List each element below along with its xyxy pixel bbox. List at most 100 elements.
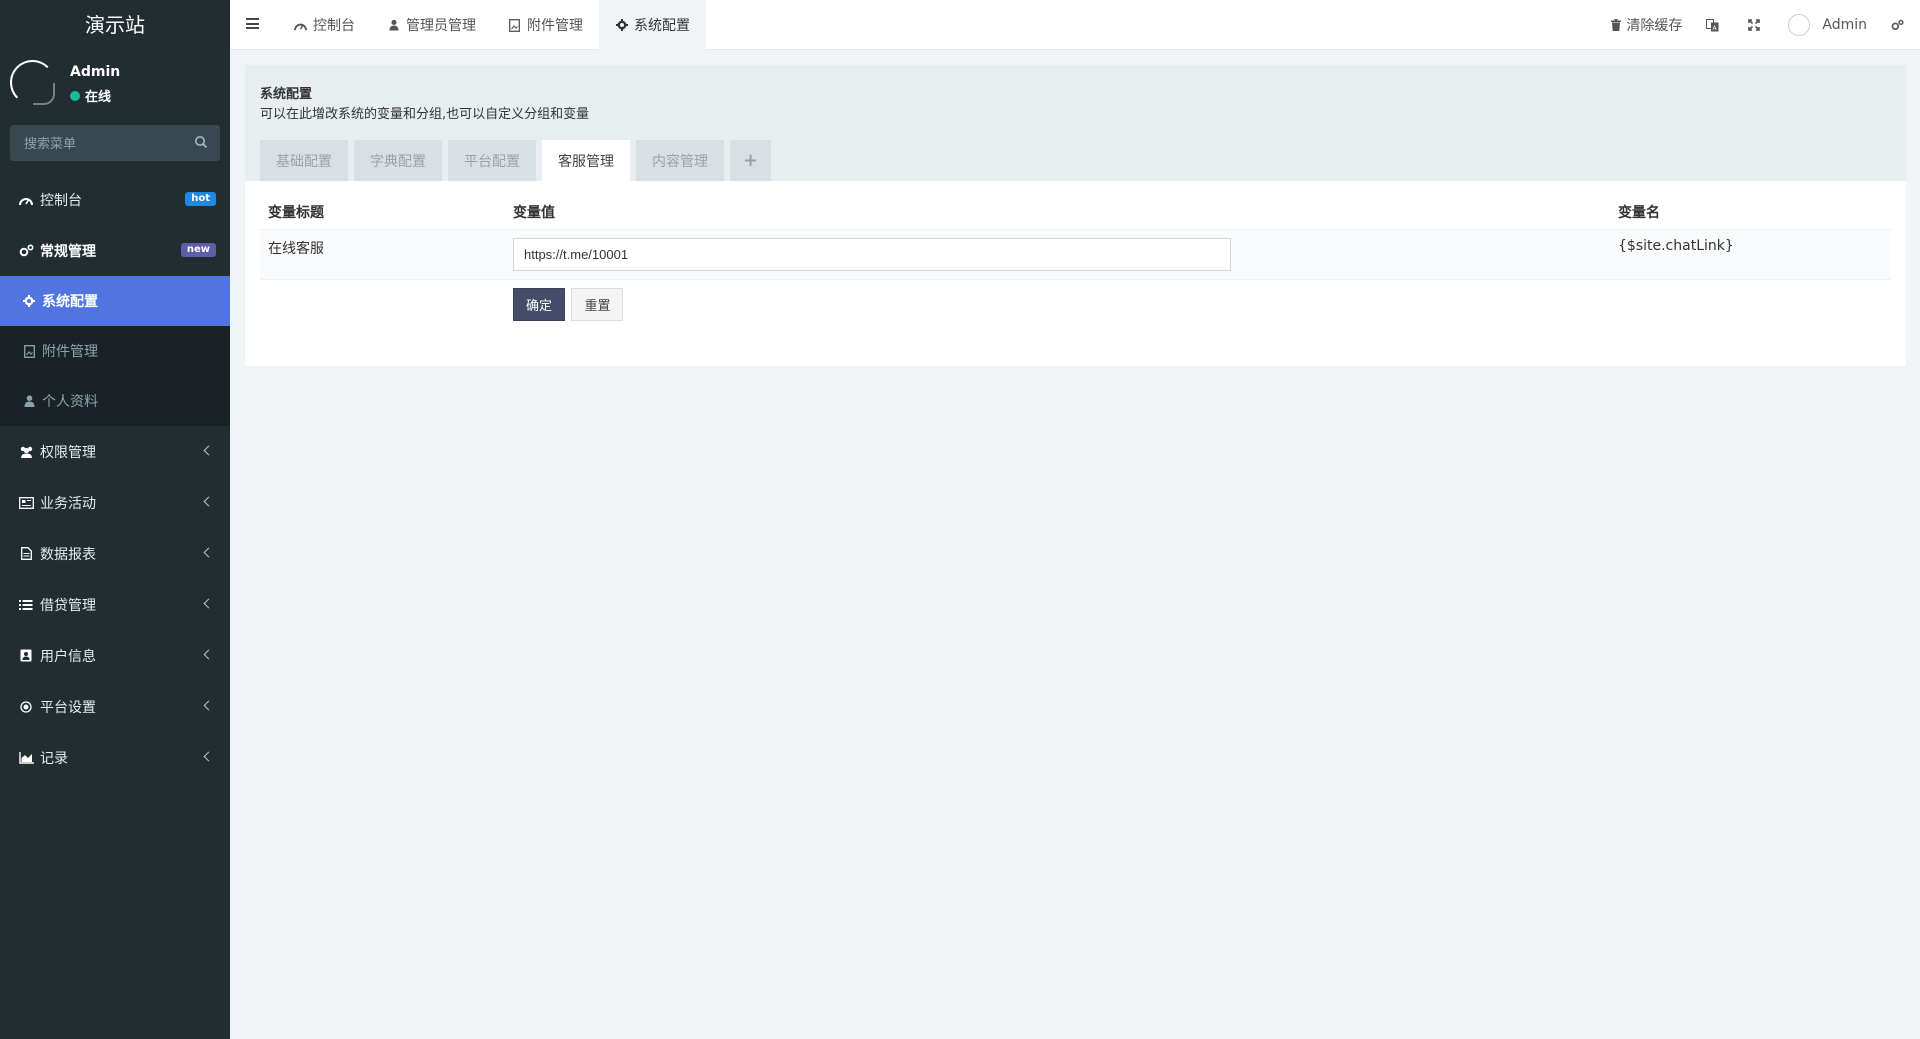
- settings-button[interactable]: [1879, 0, 1920, 50]
- chat-link-input[interactable]: [513, 237, 1231, 271]
- fullscreen-icon: [1747, 19, 1760, 32]
- language-button[interactable]: A: [1694, 0, 1735, 50]
- sidebar-item-profile[interactable]: 个人资料: [0, 376, 230, 426]
- trash-icon: [1609, 19, 1622, 32]
- tab-dictionary-config[interactable]: 字典配置: [354, 140, 442, 181]
- search-input[interactable]: [10, 125, 220, 161]
- chevron-left-icon: [203, 496, 214, 507]
- sidebar-item-loans[interactable]: 借贷管理: [0, 579, 230, 630]
- user-status: 在线: [70, 86, 111, 105]
- chevron-left-icon: [203, 649, 214, 660]
- sidebar-item-label: 系统配置: [42, 294, 98, 310]
- status-label: 在线: [85, 90, 112, 105]
- chevron-left-icon: [203, 700, 214, 711]
- target-icon: [18, 700, 34, 714]
- address-book-icon: [18, 649, 34, 663]
- add-tab-button[interactable]: +: [730, 140, 771, 181]
- file-text-icon: [18, 547, 34, 561]
- row-title: 在线客服: [268, 240, 324, 257]
- sidebar-item-label: 附件管理: [42, 344, 98, 360]
- sidebar-item-attachments[interactable]: 附件管理: [0, 326, 230, 376]
- gear-icon: [615, 19, 628, 32]
- submit-button[interactable]: 确定: [513, 287, 566, 321]
- form-actions-row: 确定 重置: [260, 279, 1891, 329]
- sidebar-item-dashboard[interactable]: 控制台 hot: [0, 174, 230, 225]
- fullscreen-button[interactable]: [1735, 0, 1776, 50]
- config-panel: 系统配置 可以在此增改系统的变量和分组,也可以自定义分组和变量 基础配置 字典配…: [245, 65, 1906, 366]
- translate-icon: A: [1706, 18, 1719, 32]
- general-submenu: 系统配置 附件管理 个人资料: [0, 276, 230, 426]
- user-icon: [22, 394, 36, 408]
- topbar: 控制台 管理员管理 附件管理 系统配置 清除缓存 A Admin: [230, 0, 1920, 50]
- tab-admin-management[interactable]: 管理员管理: [371, 0, 492, 50]
- chevron-left-icon: [203, 547, 214, 558]
- logo[interactable]: 演示站: [0, 0, 230, 50]
- sidebar-item-label: 平台设置: [40, 699, 96, 716]
- list-icon: [18, 598, 34, 612]
- sidebar-toggle-icon[interactable]: [246, 18, 259, 29]
- tab-label: 附件管理: [527, 18, 583, 34]
- table-row: 在线客服 {$site.chatLink}: [260, 229, 1891, 279]
- hot-badge: hot: [185, 192, 216, 206]
- sidebar-item-user-info[interactable]: 用户信息: [0, 630, 230, 681]
- cogs-icon: [1891, 19, 1904, 32]
- tab-label: 管理员管理: [406, 18, 476, 34]
- clear-cache-button[interactable]: 清除缓存: [1597, 0, 1694, 50]
- tab-attachments[interactable]: 附件管理: [492, 0, 599, 50]
- image-file-icon: [22, 344, 36, 358]
- column-header-value: 变量值: [505, 195, 1610, 230]
- sidebar-item-business[interactable]: 业务活动: [0, 477, 230, 528]
- sidebar: 演示站 Admin 在线 控制台 hot 常规管理 new 系统配置: [0, 0, 230, 1039]
- chevron-left-icon: [203, 751, 214, 762]
- sidebar-item-label: 用户信息: [40, 648, 96, 665]
- column-header-title: 变量标题: [260, 195, 505, 230]
- tab-dashboard[interactable]: 控制台: [278, 0, 371, 50]
- new-badge: new: [180, 243, 216, 257]
- config-tabs: 基础配置 字典配置 平台配置 客服管理 内容管理 +: [260, 140, 777, 181]
- tab-label: 控制台: [313, 18, 355, 34]
- tab-basic-config[interactable]: 基础配置: [260, 140, 348, 181]
- tab-customer-service[interactable]: 客服管理: [542, 140, 630, 181]
- avatar: [10, 60, 55, 105]
- sidebar-item-label: 借贷管理: [40, 597, 96, 614]
- user-icon: [387, 19, 400, 32]
- newspaper-icon: [18, 496, 34, 510]
- sidebar-item-permissions[interactable]: 权限管理: [0, 426, 230, 477]
- reset-button[interactable]: 重置: [571, 287, 624, 321]
- column-header-name: 变量名: [1610, 195, 1891, 230]
- search-icon[interactable]: [194, 135, 208, 149]
- sidebar-item-label: 记录: [40, 750, 68, 767]
- table-header-row: 变量标题 变量值 变量名: [260, 195, 1891, 230]
- sidebar-item-records[interactable]: 记录: [0, 732, 230, 783]
- tab-content-management[interactable]: 内容管理: [636, 140, 724, 181]
- users-icon: [18, 445, 34, 459]
- clear-cache-label: 清除缓存: [1626, 18, 1683, 34]
- sidebar-item-platform[interactable]: 平台设置: [0, 681, 230, 732]
- config-table: 变量标题 变量值 变量名 在线客服 {$site.chatLink} 确定 重置: [260, 195, 1891, 329]
- form-actions: 确定 重置: [505, 279, 1610, 329]
- sidebar-item-label: 权限管理: [40, 444, 96, 461]
- image-file-icon: [508, 18, 521, 32]
- area-chart-icon: [18, 751, 34, 765]
- sidebar-item-label: 数据报表: [40, 546, 96, 563]
- user-panel: Admin 在线: [0, 50, 230, 118]
- sidebar-item-label: 常规管理: [40, 243, 96, 260]
- tab-platform-config[interactable]: 平台配置: [448, 140, 536, 181]
- user-menu[interactable]: Admin: [1776, 0, 1879, 50]
- nav-tabs: 控制台 管理员管理 附件管理 系统配置: [278, 0, 706, 50]
- sidebar-item-reports[interactable]: 数据报表: [0, 528, 230, 579]
- tab-system-config[interactable]: 系统配置: [599, 0, 706, 50]
- topbar-actions: 清除缓存 A Admin: [1597, 0, 1920, 50]
- dashboard-icon: [18, 193, 34, 207]
- sidebar-item-label: 个人资料: [42, 394, 98, 410]
- panel-heading: 系统配置 可以在此增改系统的变量和分组,也可以自定义分组和变量 基础配置 字典配…: [245, 65, 1906, 181]
- page-description: 可以在此增改系统的变量和分组,也可以自定义分组和变量: [260, 107, 590, 122]
- page-title: 系统配置: [260, 87, 313, 102]
- chevron-left-icon: [203, 598, 214, 609]
- sidebar-item-general[interactable]: 常规管理 new: [0, 225, 230, 276]
- user-name: Admin: [70, 64, 121, 80]
- chevron-left-icon: [203, 445, 214, 456]
- cogs-icon: [18, 244, 34, 258]
- sidebar-item-label: 控制台: [40, 192, 82, 209]
- sidebar-item-system-config[interactable]: 系统配置: [0, 276, 230, 326]
